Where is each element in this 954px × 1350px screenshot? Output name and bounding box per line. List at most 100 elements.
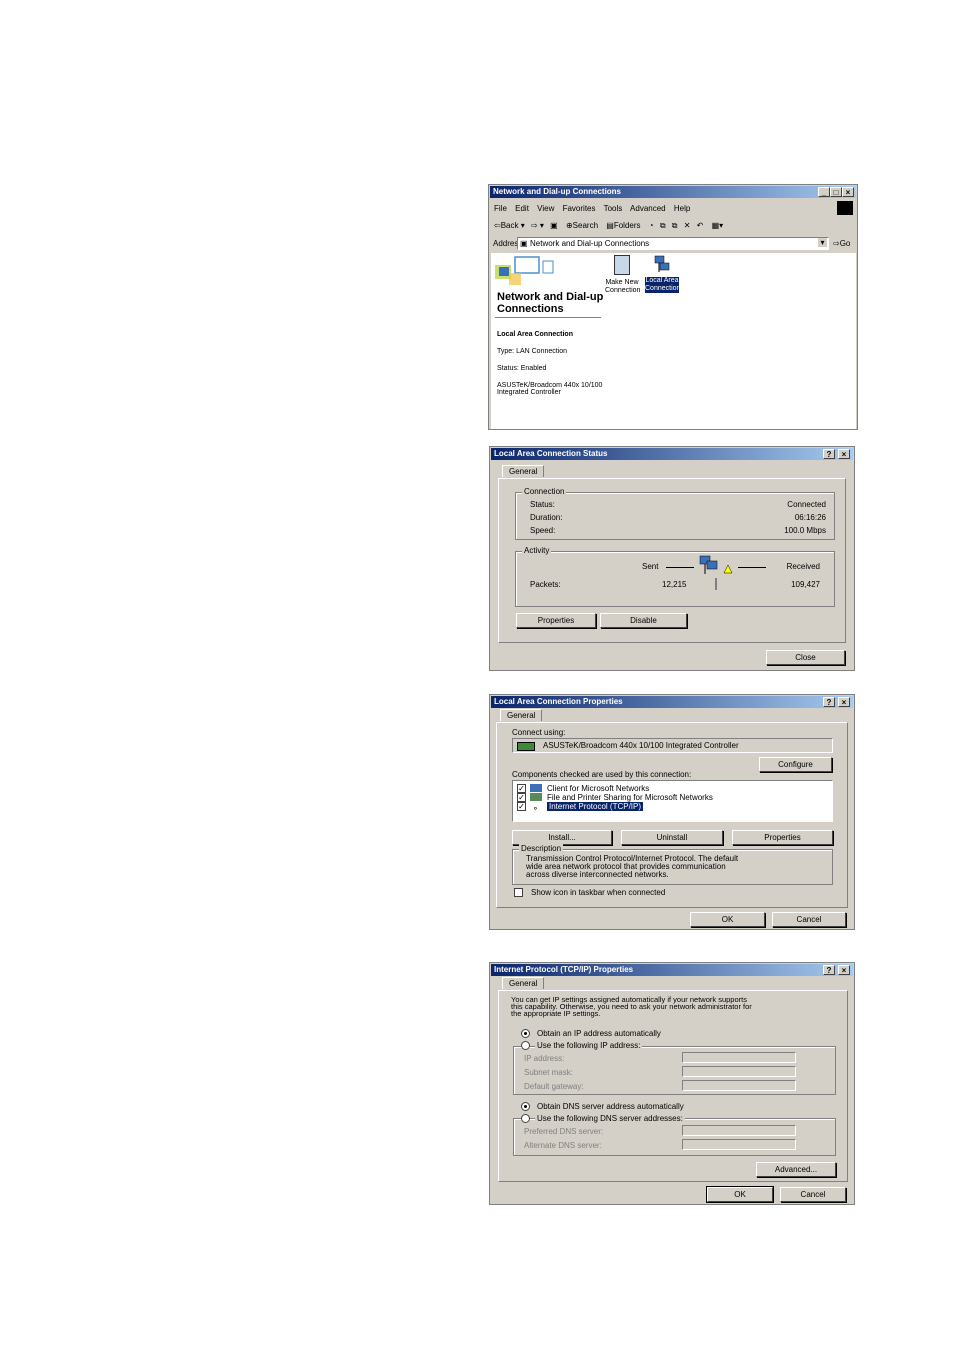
folders-button[interactable]: ▤Folders: [606, 221, 640, 230]
help-button[interactable]: ?: [823, 697, 835, 707]
received-label: Received: [786, 562, 820, 571]
close-dialog-button[interactable]: Close: [766, 650, 845, 665]
printer-sharing-icon: [530, 793, 542, 801]
properties-button[interactable]: Properties: [516, 613, 596, 628]
up-folder-icon[interactable]: ▣: [550, 221, 558, 230]
copy-to-icon[interactable]: ⧉: [672, 221, 678, 230]
go-button[interactable]: ⇨Go: [833, 239, 850, 248]
details-adapter-2: Integrated Controller: [497, 389, 561, 396]
back-arrow-icon: ⇦: [494, 221, 501, 230]
obtain-dns-radio[interactable]: [521, 1102, 530, 1111]
undo-icon[interactable]: ↶: [697, 221, 704, 230]
speed-value: 100.0 Mbps: [784, 526, 826, 535]
views-icon[interactable]: ▦▾: [712, 221, 724, 230]
subnet-mask-input[interactable]: [682, 1066, 796, 1077]
make-new-connection-icon: [614, 255, 630, 275]
show-icon-checkbox[interactable]: [514, 888, 523, 897]
status-value: Connected: [787, 500, 826, 509]
minimize-button[interactable]: _: [818, 187, 830, 197]
speed-label: Speed:: [530, 526, 556, 535]
dialog-title: Local Area Connection Status: [494, 449, 608, 458]
ip-address-input[interactable]: [682, 1052, 796, 1063]
close-button[interactable]: ×: [838, 449, 850, 459]
delete-icon[interactable]: ✕: [684, 221, 691, 230]
network-banner-icon: [493, 255, 555, 289]
uninstall-button[interactable]: Uninstall: [621, 830, 723, 845]
sent-label: Sent: [642, 562, 659, 571]
menu-tools[interactable]: Tools: [604, 204, 623, 213]
tab-general[interactable]: General: [502, 977, 545, 989]
ok-button[interactable]: OK: [690, 912, 765, 927]
preferred-dns-label: Preferred DNS server:: [524, 1127, 604, 1136]
close-button[interactable]: ×: [838, 697, 850, 707]
help-button[interactable]: ?: [823, 965, 835, 975]
address-input[interactable]: ▣ Network and Dial-up Connections ▾: [517, 237, 829, 250]
network-adapter-icon: [517, 742, 535, 751]
component-checkbox[interactable]: ✓: [517, 802, 526, 811]
maximize-button[interactable]: □: [830, 187, 842, 197]
status-titlebar: Local Area Connection Status ? ×: [491, 448, 853, 460]
forward-button[interactable]: ⇨ ▾: [531, 221, 544, 230]
status-label: Status:: [530, 500, 555, 509]
menu-view[interactable]: View: [537, 204, 554, 213]
received-line: [738, 567, 766, 568]
help-button[interactable]: ?: [823, 449, 835, 459]
tcpip-dialog: Internet Protocol (TCP/IP) Properties ? …: [489, 962, 855, 1205]
connect-using-label: Connect using:: [512, 728, 566, 737]
menu-favorites[interactable]: Favorites: [563, 204, 596, 213]
ok-button[interactable]: OK: [706, 1186, 774, 1203]
tab-general[interactable]: General: [502, 465, 545, 477]
menu-advanced[interactable]: Advanced: [630, 204, 666, 213]
menu-help[interactable]: Help: [674, 204, 690, 213]
advanced-button[interactable]: Advanced...: [756, 1162, 836, 1177]
close-button[interactable]: ×: [842, 187, 854, 197]
status-dialog: Local Area Connection Status ? × General…: [489, 446, 855, 671]
lan-connection-icon: [654, 255, 670, 273]
explorer-window: Network and Dial-up Connections _ □ × Fi…: [488, 184, 858, 430]
obtain-dns-label: Obtain DNS server address automatically: [537, 1102, 684, 1111]
search-button[interactable]: ⊕Search: [566, 221, 598, 230]
use-dns-radio[interactable]: [521, 1114, 530, 1123]
dns-group: [513, 1118, 836, 1156]
toolbar: ⇦Back ▾ ⇨ ▾ ▣ ⊕Search ▤Folders ◔ ⧉ ⧉ ✕ ↶…: [494, 221, 723, 231]
component-checkbox[interactable]: ✓: [517, 793, 526, 802]
dialog-title: Internet Protocol (TCP/IP) Properties: [494, 965, 634, 974]
install-button[interactable]: Install...: [512, 830, 612, 845]
close-button[interactable]: ×: [838, 965, 850, 975]
components-list: ✓ Client for Microsoft Networks ✓ File a…: [512, 780, 833, 822]
windows-logo-icon: [837, 201, 853, 215]
disable-button[interactable]: Disable: [600, 613, 687, 628]
chevron-down-icon[interactable]: ▾: [818, 238, 827, 247]
cancel-button[interactable]: Cancel: [780, 1187, 846, 1202]
content-pane: Network and Dial-up Connections Make New…: [491, 253, 856, 429]
make-new-connection-item[interactable]: Make New Connection: [605, 255, 640, 295]
tcpip-titlebar: Internet Protocol (TCP/IP) Properties ? …: [491, 964, 853, 976]
page-heading: Network and Dial-up Connections: [497, 291, 604, 315]
obtain-ip-radio[interactable]: [521, 1029, 530, 1038]
details-status: Status: Enabled: [497, 365, 547, 372]
menu-file[interactable]: File: [494, 204, 507, 213]
preferred-dns-input[interactable]: [682, 1125, 796, 1136]
tab-panel: You can get IP settings assigned automat…: [498, 990, 848, 1182]
alternate-dns-input[interactable]: [682, 1139, 796, 1150]
local-area-connection-item[interactable]: Local Area Connection: [645, 255, 680, 293]
properties-button[interactable]: Properties: [732, 830, 833, 845]
cancel-button[interactable]: Cancel: [772, 912, 846, 927]
menu-edit[interactable]: Edit: [515, 204, 529, 213]
connection-group: Connection Status: Connected Duration: 0…: [515, 487, 835, 540]
details-pane: Local Area Connection Type: LAN Connecti…: [497, 331, 602, 396]
address-value: Network and Dial-up Connections: [530, 239, 650, 248]
component-checkbox[interactable]: ✓: [517, 784, 526, 793]
use-ip-radio[interactable]: [521, 1041, 530, 1050]
search-icon: ⊕: [565, 221, 573, 230]
explorer-titlebar: Network and Dial-up Connections _ □ ×: [490, 186, 856, 198]
ip-address-label: IP address:: [524, 1054, 565, 1063]
configure-button[interactable]: Configure: [759, 757, 832, 772]
history-icon[interactable]: ◔: [649, 221, 654, 230]
move-to-icon[interactable]: ⧉: [660, 221, 666, 230]
default-gateway-input[interactable]: [682, 1080, 796, 1091]
tab-general[interactable]: General: [500, 709, 543, 721]
back-button[interactable]: ⇦Back ▾: [494, 221, 525, 230]
network-activity-icon: [698, 555, 734, 575]
folders-icon: ▤: [606, 221, 614, 230]
